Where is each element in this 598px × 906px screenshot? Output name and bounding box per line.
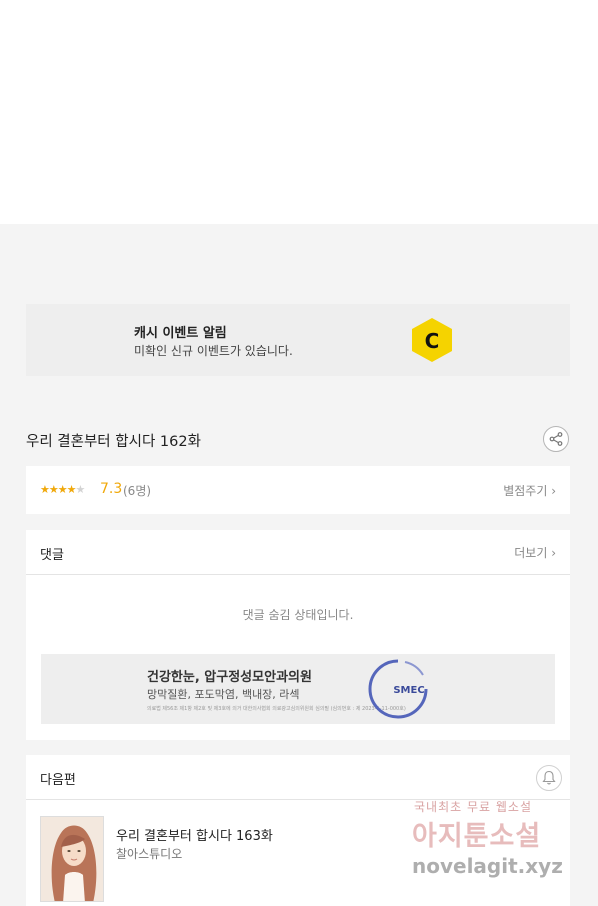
bell-icon [542,770,556,785]
comments-more-link[interactable]: 더보기 › [514,544,556,561]
top-blank-area [0,0,598,224]
share-button[interactable] [543,426,569,452]
smec-logo: SMEC [368,659,428,719]
cash-event-banner[interactable]: 캐시 이벤트 알림 미확인 신규 이벤트가 있습니다. C [26,304,570,376]
smec-logo-text: SMEC [393,685,424,696]
next-episode-studio: 찰아스튜디오 [116,847,183,861]
comments-hidden-message: 댓글 숨김 상태입니다. [242,608,354,622]
stars-empty: ★ [75,483,85,496]
share-icon [549,432,563,446]
ad-subtitle: 망막질환, 포도막염, 백내장, 라섹 [147,688,300,701]
stars-filled: ★★★★ [40,483,76,496]
next-divider [26,799,570,800]
next-header: 다음편 [40,773,76,788]
cash-c-icon: C [412,318,452,362]
rating-stars: ★★★★★ [40,483,85,496]
event-title: 캐시 이벤트 알림 [134,326,227,341]
comments-card: 댓글 더보기 › 댓글 숨김 상태입니다. 건강한눈, 압구정성모안과의원 망막… [26,530,570,740]
ad-title: 건강한눈, 압구정성모안과의원 [147,670,312,685]
event-subtitle: 미확인 신규 이벤트가 있습니다. [134,344,293,358]
next-episode-title[interactable]: 우리 결혼부터 합시다 163화 [116,825,273,844]
cash-icon-letter: C [425,329,440,353]
episode-title: 우리 결혼부터 합시다 162화 [26,434,201,450]
character-illustration [41,817,103,901]
rating-card: ★★★★★ 7.3 (6명) 별점주기 › [26,466,570,514]
rating-count: (6명) [123,484,152,498]
next-episode-card: 다음편 우리 결혼부터 합시다 163화 찰아스튜디오 [26,755,570,906]
comments-header: 댓글 [40,548,64,563]
rate-button[interactable]: 별점주기 › [503,482,556,499]
ad-banner[interactable]: 건강한눈, 압구정성모안과의원 망막질환, 포도막염, 백내장, 라섹 의료법 … [41,654,555,724]
rating-score: 7.3 [100,481,123,497]
notify-bell-button[interactable] [536,765,562,791]
next-episode-thumbnail[interactable] [40,816,104,902]
comments-divider [26,574,570,575]
